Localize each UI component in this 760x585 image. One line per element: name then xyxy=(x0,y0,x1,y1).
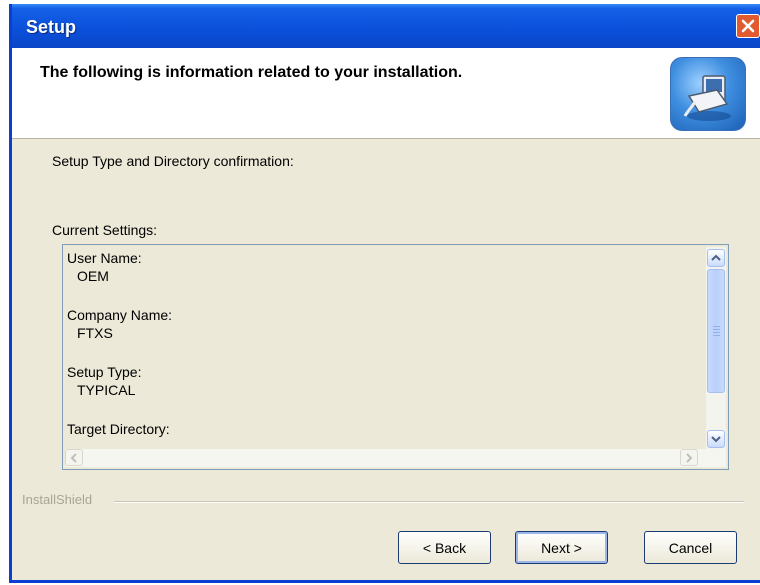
installer-computer-icon xyxy=(670,57,746,131)
footer-divider xyxy=(114,501,744,503)
horizontal-scrollbar[interactable] xyxy=(65,449,726,467)
setup-dialog: Setup The following is information relat… xyxy=(9,4,760,583)
scroll-thumb[interactable] xyxy=(707,269,725,393)
close-icon xyxy=(741,19,755,33)
settings-listbox[interactable]: User Name: OEM Company Name: FTXS Setup … xyxy=(62,244,729,470)
installshield-brand: InstallShield xyxy=(22,492,93,507)
chevron-left-icon xyxy=(70,452,77,463)
chevron-up-icon xyxy=(711,254,721,261)
window-title: Setup xyxy=(26,17,77,37)
setting-label-user-name: User Name: xyxy=(67,250,142,266)
cancel-button[interactable]: Cancel xyxy=(644,531,737,564)
setting-value-user-name: OEM xyxy=(77,268,109,284)
setting-label-setup-type: Setup Type: xyxy=(67,364,142,380)
close-button[interactable] xyxy=(736,14,760,38)
next-button[interactable]: Next > xyxy=(515,531,608,564)
current-settings-label: Current Settings: xyxy=(52,222,158,238)
chevron-right-icon xyxy=(686,452,693,463)
title-bar[interactable]: Setup xyxy=(12,4,760,48)
setting-label-target-directory: Target Directory: xyxy=(67,421,170,437)
confirmation-label: Setup Type and Directory confirmation: xyxy=(52,153,294,169)
chevron-down-icon xyxy=(711,436,721,443)
back-button[interactable]: < Back xyxy=(398,531,491,564)
setting-value-setup-type: TYPICAL xyxy=(77,382,136,398)
setting-label-company-name: Company Name: xyxy=(67,307,173,323)
scroll-right-button[interactable] xyxy=(680,449,698,466)
settings-list: User Name: OEM Company Name: FTXS Setup … xyxy=(67,249,172,438)
vertical-scrollbar[interactable] xyxy=(706,247,726,450)
header-title: The following is information related to … xyxy=(40,64,463,81)
scroll-down-button[interactable] xyxy=(707,430,725,448)
scroll-up-button[interactable] xyxy=(707,249,725,267)
header-panel: The following is information related to … xyxy=(12,48,760,139)
setting-value-company-name: FTXS xyxy=(77,325,113,341)
scroll-left-button[interactable] xyxy=(65,449,83,466)
